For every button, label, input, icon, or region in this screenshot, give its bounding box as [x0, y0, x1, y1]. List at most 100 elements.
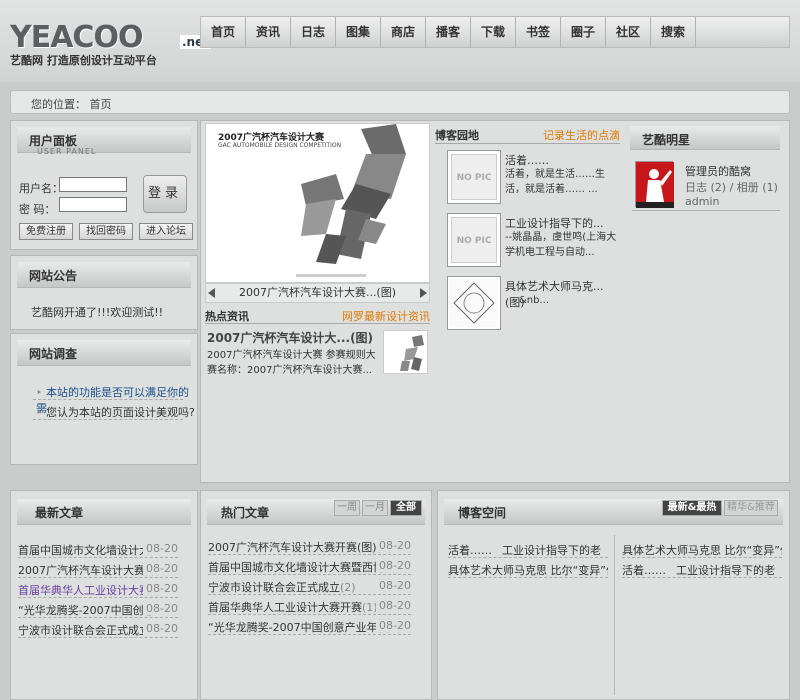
main-nav: 首页 资讯 日志 图集 商店 播客 下载 书签 圈子 社区 搜索: [200, 16, 790, 48]
article-row[interactable]: 首届中国城市文化墙设计大赛 08-20: [18, 540, 178, 558]
blog-space-post: 活着……: [448, 544, 492, 557]
breadcrumb-home-link[interactable]: 首页: [90, 98, 112, 111]
article-row[interactable]: 首届华典华人工业设计大赛开赛(1) 08-20: [208, 597, 411, 615]
nav-filler: [696, 17, 789, 47]
register-button[interactable]: 免费注册: [19, 223, 73, 240]
blog-entry: NO PIC 活着…… 活着，就是生活……生活，就是活着…… ...: [447, 150, 622, 208]
nav-circles[interactable]: 圈子: [561, 17, 606, 47]
hot-news-headline[interactable]: 2007广汽杯汽车设计大...(图): [207, 329, 373, 346]
blog-space-post: 具体艺术大师马克思 比尔“变异”作: [622, 544, 782, 557]
article-date: 08-20: [143, 582, 178, 595]
blog-space-post: 具体艺术大师马克思 比尔“变异”作: [448, 564, 608, 577]
article-row[interactable]: 宁波市设计联合会正式成立(2) 08-20: [208, 577, 411, 595]
blog-entry-title[interactable]: 工业设计指导下的...: [505, 215, 604, 231]
tab-newest-hottest[interactable]: 最新&最热: [662, 500, 722, 516]
blog-thumbnail[interactable]: NO PIC: [447, 213, 501, 267]
hot-news-header: 热点资讯 网罗最新设计资讯: [205, 306, 430, 324]
article-date: 08-20: [376, 579, 411, 592]
nav-home[interactable]: 首页: [201, 17, 246, 47]
next-arrow-icon[interactable]: [420, 288, 427, 298]
slideshow-image[interactable]: 2007广汽杯汽车设计大赛 GAC AUTOMOBILE DESIGN COMP…: [205, 123, 430, 283]
user-panel: 用户面板 USER PANEL 用户名： 密 码： 登录 免费注册 找回密码 进…: [10, 120, 198, 250]
nav-podcast[interactable]: 播客: [426, 17, 471, 47]
recover-password-button[interactable]: 找回密码: [79, 223, 133, 240]
nav-blog[interactable]: 日志: [291, 17, 336, 47]
article-row[interactable]: “光华龙腾奖-2007中国创意产业年度大 08-20: [208, 617, 411, 635]
slideshow-caption-bar: 2007广汽杯汽车设计大赛...(图): [205, 283, 430, 303]
article-date: 08-20: [143, 542, 178, 555]
divider: [632, 210, 780, 211]
divider: [33, 399, 183, 400]
breadcrumb: 您的位置： 首页: [10, 90, 790, 114]
blog-entry-desc: &nb...: [519, 295, 550, 306]
sketch-thumb-graphic: [450, 279, 498, 327]
article-date: 08-20: [143, 622, 178, 635]
blog-space-row[interactable]: 具体艺术大师马克思 比尔“变异”作: [448, 560, 608, 578]
blog-space-row[interactable]: 活着…… 工业设计指导下的老: [448, 540, 608, 558]
star-avatar[interactable]: [635, 161, 674, 208]
nav-shop[interactable]: 商店: [381, 17, 426, 47]
no-pic-placeholder: NO PIC: [451, 217, 497, 263]
star-user-name[interactable]: 管理员的酷窝: [685, 163, 751, 179]
article-row[interactable]: 宁波市设计联合会正式成立 08-20: [18, 620, 178, 638]
blog-space-post: 活着……: [622, 564, 666, 577]
car-thumb-graphic: [400, 335, 424, 371]
tab-month[interactable]: 一月: [362, 500, 388, 516]
tab-all[interactable]: 全部: [390, 500, 422, 516]
blog-space-post: 工业设计指导下的老: [502, 544, 601, 557]
survey-item[interactable]: 您认为本站的页面设计美观吗?: [36, 404, 195, 420]
article-title: 宁波市设计联合会正式成立: [208, 581, 340, 594]
article-row[interactable]: 首届中国城市文化墙设计大赛暨西博会文 08-20: [208, 557, 411, 575]
notice-panel: 网站公告 艺酷网开通了!!!欢迎测试!!: [10, 255, 198, 330]
blog-thumbnail[interactable]: [447, 276, 501, 330]
car-sculpture-graphic: [296, 124, 406, 277]
nav-news[interactable]: 资讯: [246, 17, 291, 47]
blog-entry-title[interactable]: 活着……: [505, 152, 549, 168]
nav-community[interactable]: 社区: [606, 17, 651, 47]
article-row[interactable]: 2007广汽杯汽车设计大赛开赛(图)(6)08-20: [208, 537, 411, 555]
divider: [33, 419, 183, 420]
notice-text[interactable]: 艺酷网开通了!!!欢迎测试!!: [31, 304, 163, 320]
nav-search[interactable]: 搜索: [651, 17, 696, 47]
article-title: “光华龙腾奖-2007中国创意: [18, 604, 155, 617]
article-row[interactable]: 2007广汽杯汽车设计大赛开赛 08-20: [18, 560, 178, 578]
prev-arrow-icon[interactable]: [208, 288, 215, 298]
username-input[interactable]: [59, 177, 127, 192]
password-input[interactable]: [59, 197, 127, 212]
hot-news-title: 热点资讯: [205, 310, 249, 323]
hot-news-more-link[interactable]: 网罗最新设计资讯: [342, 308, 430, 324]
blog-space-row[interactable]: 具体艺术大师马克思 比尔“变异”作: [622, 540, 782, 558]
blog-entry: NO PIC 工业设计指导下的... --姚晶晶，虞世鸣(上海大学机电工程与自动…: [447, 213, 622, 271]
latest-articles-title: 最新文章: [17, 499, 191, 525]
blog-thumbnail[interactable]: NO PIC: [447, 150, 501, 204]
nav-download[interactable]: 下载: [471, 17, 516, 47]
article-title: 首届中国城市文化墙设计大赛: [18, 544, 161, 557]
notice-title: 网站公告: [17, 262, 191, 288]
nav-bookmarks[interactable]: 书签: [516, 17, 561, 47]
username-label: 用户名：: [19, 182, 63, 195]
login-button[interactable]: 登录: [143, 175, 187, 213]
star-panel: 艺酷明星 管理员的酷窝 日志 (2) / 相册 (1) admin: [627, 123, 787, 213]
blog-entry-desc: --姚晶晶，虞世鸣(上海大学机电工程与自动...: [505, 232, 617, 258]
user-panel-subtitle: USER PANEL: [37, 147, 97, 156]
nav-gallery[interactable]: 图集: [336, 17, 381, 47]
breadcrumb-label: 您的位置：: [31, 98, 86, 111]
forum-button[interactable]: 进入论坛: [139, 223, 193, 240]
article-row[interactable]: 首届华典华人工业设计大赛开 08-20: [18, 580, 178, 598]
tab-week[interactable]: 一周: [334, 500, 360, 516]
blog-space-post: 工业设计指导下的老: [676, 564, 775, 577]
survey-panel: 网站调查 本站的功能是否可以满足你的需 您认为本站的页面设计美观吗?: [10, 333, 198, 465]
hot-news-summary: 2007广汽杯汽车设计大赛 参赛规则大赛名称：2007广汽杯汽车设计大赛...: [207, 350, 376, 376]
blog-land-more-link[interactable]: 记录生活的点滴: [543, 127, 620, 143]
tab-featured[interactable]: 精华&推荐: [724, 500, 778, 516]
star-stats[interactable]: 日志 (2) / 相册 (1): [685, 179, 778, 195]
article-date: 08-20: [376, 599, 411, 612]
breadcrumb-text: 您的位置： 首页: [31, 96, 112, 112]
article-row[interactable]: “光华龙腾奖-2007中国创意 08-20: [18, 600, 178, 618]
hot-news-thumbnail[interactable]: [383, 330, 428, 374]
site-logo[interactable]: YEACOO: [10, 20, 143, 55]
blog-land-title: 博客园地: [435, 129, 479, 142]
blog-space-row[interactable]: 活着…… 工业设计指导下的老: [622, 560, 782, 578]
slideshow-caption[interactable]: 2007广汽杯汽车设计大赛...(图): [239, 286, 396, 299]
article-title: 首届华典华人工业设计大赛开赛: [208, 601, 362, 614]
